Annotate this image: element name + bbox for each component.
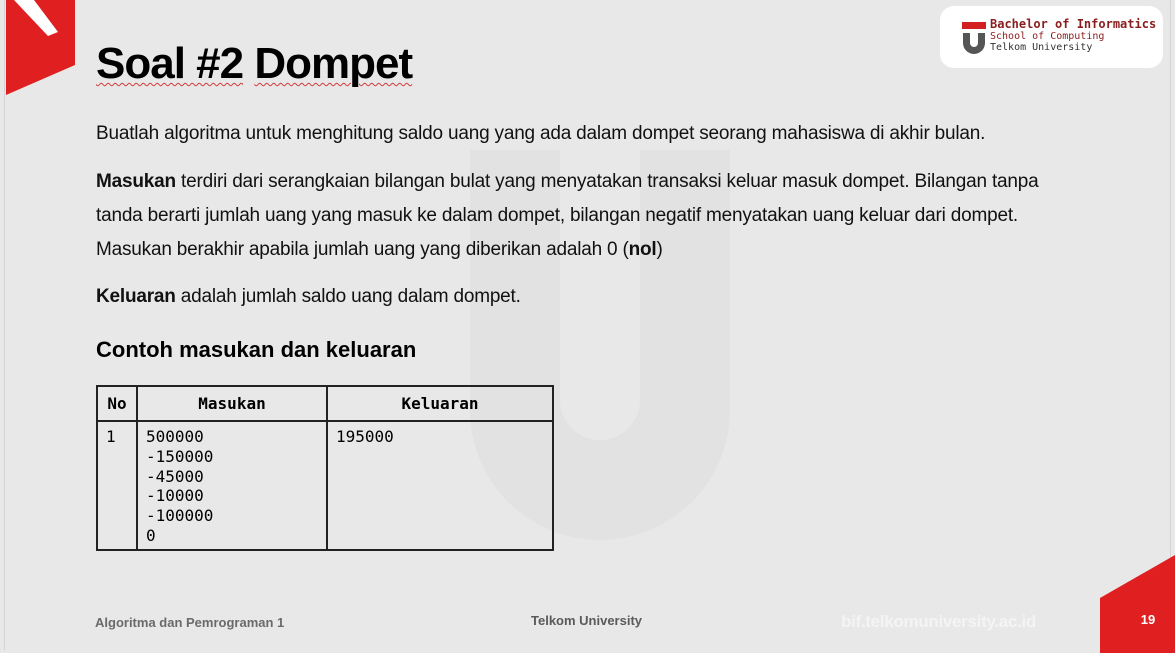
title-word: Dompet xyxy=(254,39,413,88)
input-label: Masukan xyxy=(96,171,176,192)
problem-description: Buatlah algoritma untuk menghitung saldo… xyxy=(96,123,986,144)
bachelor-informatics-logo: Bachelor of Informatics School of Comput… xyxy=(940,6,1163,68)
corner-accent-top-left xyxy=(6,0,75,95)
column-header-no: No xyxy=(96,385,138,422)
footer-university: Telkom University xyxy=(531,613,643,628)
cell-no: 1 xyxy=(96,420,138,551)
input-description: Masukan terdiri dari serangkaian bilanga… xyxy=(96,165,1086,267)
example-heading: Contoh masukan dan keluaran xyxy=(96,337,417,362)
telkom-logo-icon xyxy=(962,22,986,54)
table-row: 1 500000 -150000 -45000 -10000 -100000 0… xyxy=(96,420,554,551)
cell-masukan: 500000 -150000 -45000 -10000 -100000 0 xyxy=(136,420,328,551)
example-table: No Masukan Keluaran 1 500000 -150000 -45… xyxy=(96,385,554,551)
output-text: adalah jumlah saldo uang dalam dompet. xyxy=(175,286,521,307)
cell-keluaran: 195000 xyxy=(326,420,554,551)
footer-website: bif.telkomuniversity.ac.id xyxy=(841,612,1036,631)
title-prefix: Soal #2 xyxy=(96,39,244,88)
logo-university-name: Telkom University xyxy=(990,42,1093,53)
page-title: Soal #2 Dompet xyxy=(96,38,413,90)
table-header-row: No Masukan Keluaran xyxy=(96,385,554,422)
logo-program-name: Bachelor of Informatics xyxy=(990,17,1157,31)
input-line: -10000 xyxy=(146,486,204,506)
output-label: Keluaran xyxy=(96,286,176,307)
page-number: 19 xyxy=(1140,612,1156,627)
input-line: -150000 xyxy=(146,446,214,466)
zero-label: nol xyxy=(628,239,657,260)
input-line: 0 xyxy=(146,525,156,545)
input-line: -100000 xyxy=(146,506,214,526)
output-description: Keluaran adalah jumlah saldo uang dalam … xyxy=(96,280,1086,314)
column-header-masukan: Masukan xyxy=(136,385,328,422)
logo-school-name: School of Computing xyxy=(990,31,1105,42)
input-close-paren: ) xyxy=(656,239,663,260)
column-header-keluaran: Keluaran xyxy=(326,385,554,422)
input-text: terdiri dari serangkaian bilangan bulat … xyxy=(96,171,1039,260)
footer-course-name: Algoritma dan Pemrograman 1 xyxy=(95,615,285,630)
corner-accent-bottom-right xyxy=(1100,555,1175,653)
input-line: 500000 xyxy=(146,427,204,446)
input-line: -45000 xyxy=(146,466,204,486)
